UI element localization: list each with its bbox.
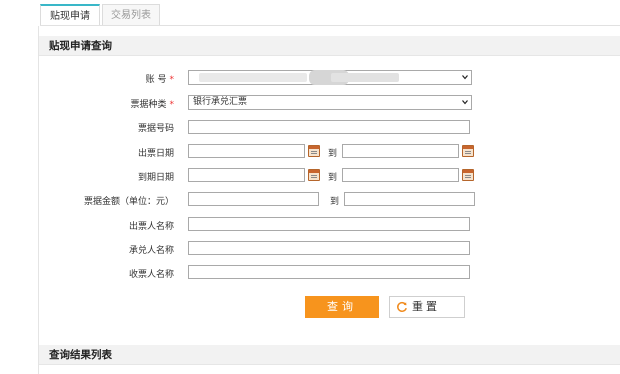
content-left-border — [38, 26, 39, 374]
chevron-down-icon — [462, 100, 468, 105]
tab-divider — [40, 25, 620, 26]
query-button[interactable]: 查询 — [305, 296, 379, 318]
bill-type-select[interactable]: 银行承兑汇票 — [188, 95, 472, 110]
tab-transaction-list[interactable]: 交易列表 — [102, 4, 160, 25]
drawer-name-label: 出票人名称 — [128, 222, 174, 232]
calendar-icon[interactable] — [308, 169, 320, 181]
due-date-range-separator: 到 — [328, 173, 338, 183]
due-date-label: 到期日期 — [137, 173, 174, 183]
required-mark: * — [169, 75, 175, 85]
query-section-title: 贴现申请查询 — [39, 36, 620, 56]
bill-type-label: 票据种类 * — [130, 100, 175, 110]
masked-account-part3 — [331, 73, 399, 82]
calendar-icon[interactable] — [462, 169, 474, 181]
refresh-icon — [397, 301, 407, 312]
drawer-name-input[interactable] — [188, 217, 470, 231]
calendar-icon[interactable] — [462, 145, 474, 157]
account-label: 账 号 * — [145, 75, 175, 85]
results-section-title: 查询结果列表 — [39, 345, 620, 365]
amount-range-separator: 到 — [330, 197, 340, 207]
chevron-down-icon — [462, 75, 468, 80]
amount-to-input[interactable] — [344, 192, 475, 206]
payee-name-input[interactable] — [188, 265, 470, 279]
due-date-from-input[interactable] — [188, 168, 305, 182]
acceptor-name-input[interactable] — [188, 241, 470, 255]
issue-date-to-input[interactable] — [342, 144, 459, 158]
calendar-icon[interactable] — [308, 145, 320, 157]
bill-type-selected-value: 银行承兑汇票 — [193, 97, 248, 107]
amount-from-input[interactable] — [188, 192, 319, 206]
reset-button-label: 重置 — [412, 300, 440, 313]
due-date-to-input[interactable] — [342, 168, 459, 182]
amount-label: 票据金额（单位：元） — [83, 197, 174, 207]
reset-button[interactable]: 重置 — [389, 296, 465, 318]
required-mark: * — [169, 100, 175, 110]
masked-account-part1 — [199, 73, 307, 82]
bill-number-label: 票据号码 — [137, 124, 174, 134]
issue-date-range-separator: 到 — [328, 149, 338, 159]
tab-discount-application[interactable]: 贴现申请 — [40, 4, 100, 26]
bill-number-input[interactable] — [188, 120, 470, 134]
issue-date-from-input[interactable] — [188, 144, 305, 158]
payee-name-label: 收票人名称 — [128, 270, 174, 280]
acceptor-name-label: 承兑人名称 — [128, 246, 174, 256]
account-select[interactable] — [188, 70, 472, 85]
issue-date-label: 出票日期 — [137, 149, 174, 159]
